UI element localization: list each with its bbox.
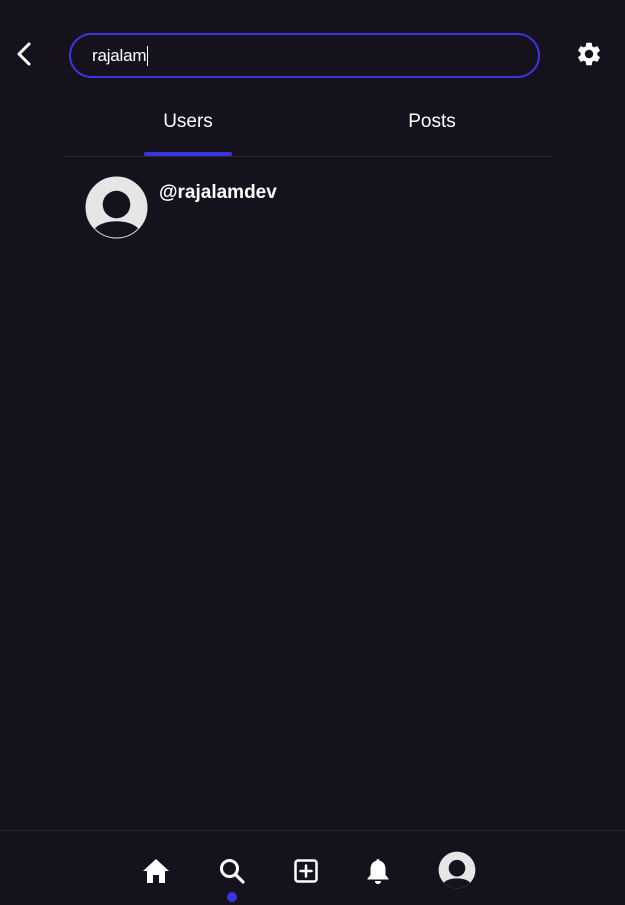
default-avatar-icon	[85, 176, 148, 239]
user-result-item[interactable]: @rajalamdev	[85, 176, 545, 240]
tab-posts-label: Posts	[408, 111, 456, 132]
active-nav-indicator	[227, 892, 237, 902]
tab-users[interactable]: Users	[136, 100, 240, 156]
bell-icon	[367, 859, 389, 884]
search-field[interactable]: rajalam	[69, 33, 540, 78]
gear-icon	[578, 42, 600, 66]
nav-search-button[interactable]	[212, 851, 252, 891]
settings-button[interactable]	[575, 40, 603, 68]
avatar-icon	[438, 851, 476, 889]
nav-profile-button[interactable]	[437, 850, 477, 890]
nav-home-button[interactable]	[136, 851, 176, 891]
back-button[interactable]	[8, 36, 40, 72]
bottom-nav	[0, 830, 625, 905]
home-icon	[143, 859, 169, 883]
nav-notifications-button[interactable]	[358, 851, 398, 891]
search-input[interactable]: rajalam	[92, 45, 149, 66]
chevron-left-icon	[17, 42, 31, 66]
search-tabs: Users Posts	[64, 100, 552, 157]
search-screen: rajalam Users Posts @rajalamdev	[0, 0, 625, 905]
tab-users-label: Users	[163, 111, 213, 132]
search-icon	[220, 859, 245, 884]
active-tab-indicator	[144, 152, 232, 156]
nav-create-button[interactable]	[286, 851, 326, 891]
result-username: @rajalamdev	[159, 182, 277, 203]
tab-posts[interactable]: Posts	[380, 100, 484, 156]
plus-square-icon	[294, 859, 318, 883]
text-caret	[147, 45, 149, 66]
search-input-value: rajalam	[92, 45, 147, 65]
